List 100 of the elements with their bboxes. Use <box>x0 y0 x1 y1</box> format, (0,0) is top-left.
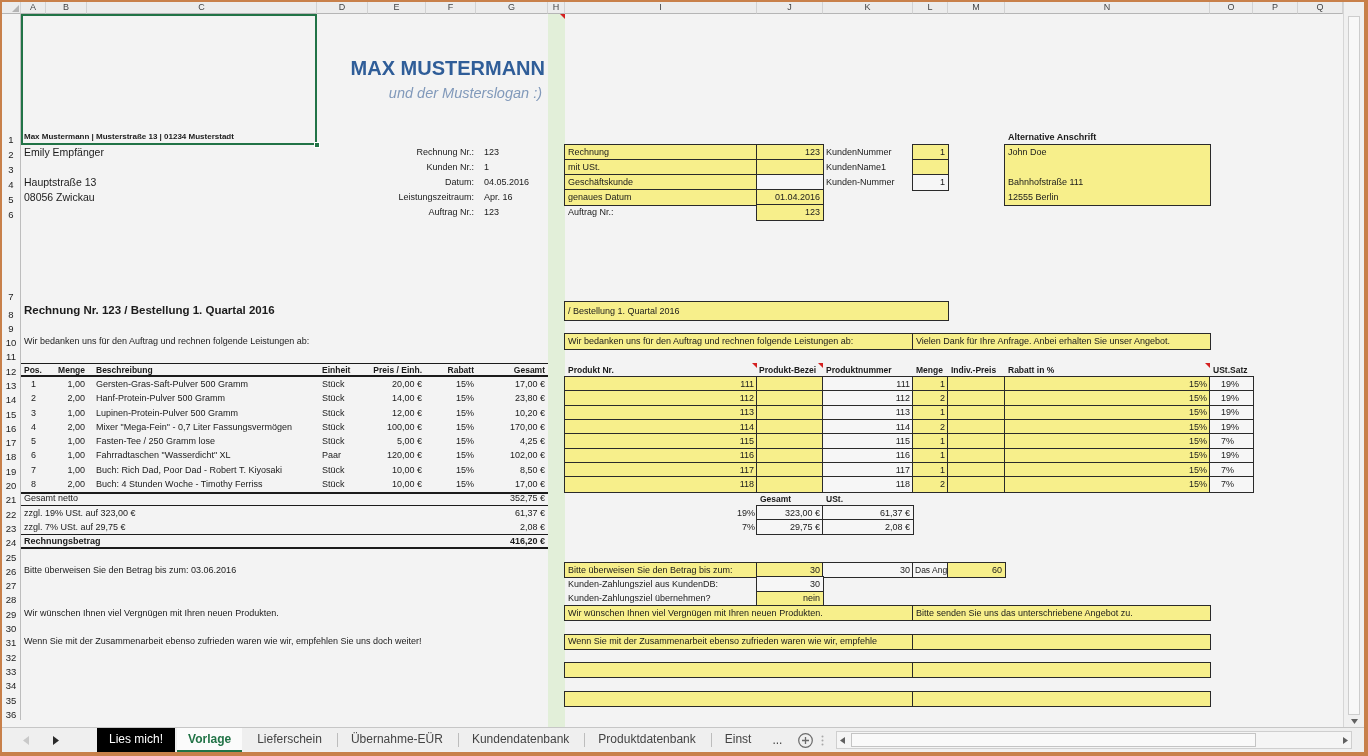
column-letter[interactable]: K <box>823 2 913 14</box>
caret-right-icon[interactable] <box>1343 736 1348 744</box>
row-number[interactable]: 19 <box>2 462 21 478</box>
scrollbar-thumb[interactable] <box>851 733 1256 747</box>
item-text: 1,00 <box>67 450 85 462</box>
column-letter[interactable]: G <box>476 2 548 14</box>
row-number[interactable]: 11 <box>2 348 21 363</box>
row-number[interactable]: 1 <box>2 14 21 145</box>
column-letter[interactable]: J <box>757 2 823 14</box>
item-text: 15% <box>456 407 474 419</box>
row-number[interactable]: 2 <box>2 145 21 160</box>
caret-left-icon[interactable] <box>840 736 845 744</box>
column-heading: USt.Satz <box>1213 364 1248 376</box>
row-number[interactable]: 9 <box>2 320 21 335</box>
column-letter[interactable]: A <box>21 2 46 14</box>
row-number[interactable]: 34 <box>2 677 21 692</box>
row-number[interactable]: 33 <box>2 663 21 678</box>
row-number[interactable]: 22 <box>2 505 21 521</box>
row-number[interactable]: 32 <box>2 648 21 664</box>
row-number[interactable]: 17 <box>2 434 21 449</box>
column-letter[interactable]: L <box>913 2 948 14</box>
row-number[interactable]: 18 <box>2 448 21 463</box>
row-number[interactable]: 13 <box>2 377 21 392</box>
meta-label: Datum: <box>445 177 474 188</box>
next-sheet-button[interactable] <box>51 733 61 747</box>
input-cell: 116 <box>565 448 757 463</box>
row-number[interactable]: 15 <box>2 405 21 421</box>
address-city: 12555 Berlin <box>1008 192 1059 203</box>
column-letter[interactable]: I <box>565 2 757 14</box>
sheet-tab[interactable]: Übernahme-EÜR <box>337 728 456 752</box>
row-number[interactable]: 23 <box>2 520 21 535</box>
row-number[interactable]: 14 <box>2 391 21 406</box>
column-letter[interactable]: B <box>46 2 87 14</box>
column-letter[interactable]: M <box>948 2 1005 14</box>
fill-handle[interactable] <box>314 142 320 148</box>
column-letter[interactable]: C <box>87 2 317 14</box>
row-number[interactable]: 25 <box>2 548 21 564</box>
input-cell: 114 <box>565 420 757 435</box>
horizontal-scrollbar[interactable] <box>836 731 1352 749</box>
row-number[interactable]: 31 <box>2 634 21 649</box>
sheet-tab[interactable]: Vorlage <box>177 728 243 752</box>
sheet-tab[interactable]: Kundendatenbank <box>458 728 583 752</box>
row-number[interactable]: 8 <box>2 302 21 320</box>
row-number[interactable]: 16 <box>2 420 21 435</box>
input-cell: 112 <box>565 391 757 406</box>
sheet-tab[interactable]: Einst <box>711 728 765 752</box>
input-cell <box>757 477 823 492</box>
row-number[interactable]: 30 <box>2 620 21 635</box>
row-number[interactable]: 21 <box>2 491 21 506</box>
column-letter[interactable]: O <box>1210 2 1253 14</box>
scrollbar-thumb[interactable] <box>1348 16 1360 715</box>
column-heading: Produkt Nr. <box>568 364 614 376</box>
row-number[interactable]: 3 <box>2 160 21 175</box>
row-number[interactable]: 28 <box>2 591 21 606</box>
column-heading: Menge <box>58 364 85 376</box>
item-text: Fahrradtaschen "Wasserdicht" XL <box>96 450 231 462</box>
caret-down-icon[interactable] <box>1350 719 1358 724</box>
column-letter[interactable]: D <box>317 2 368 14</box>
row-number[interactable]: 20 <box>2 477 21 492</box>
item-text: 10,00 € <box>391 479 422 490</box>
sheet-tab[interactable]: Lies mich! <box>97 728 176 752</box>
add-sheet-button[interactable] <box>796 730 816 750</box>
address-heading: Alternative Anschrift <box>1008 132 1097 143</box>
row-number[interactable]: 6 <box>2 205 21 220</box>
row-number[interactable]: 12 <box>2 362 21 378</box>
item-text: 1,00 <box>67 378 85 390</box>
column-letter[interactable]: N <box>1005 2 1210 14</box>
item-text: 2,00 <box>67 393 85 405</box>
row-number[interactable]: 36 <box>2 706 21 721</box>
input-cell: 1 <box>913 377 948 392</box>
input-cell <box>948 434 1005 449</box>
row-number[interactable]: 24 <box>2 534 21 549</box>
row-number[interactable]: 29 <box>2 605 21 621</box>
input-cell: nein <box>757 591 823 606</box>
column-letter[interactable]: Q <box>1298 2 1343 14</box>
input-cell: 15% <box>1005 477 1210 492</box>
column-letter[interactable]: E <box>368 2 426 14</box>
row-number[interactable]: 5 <box>2 190 21 205</box>
select-all-button[interactable] <box>2 2 21 14</box>
item-text: 8 <box>31 479 36 490</box>
row-number[interactable]: 7 <box>2 220 21 302</box>
label-text: Kunden-Zahlungsziel aus KundenDB: <box>568 579 719 590</box>
total-value: 2,08 € <box>519 521 545 533</box>
row-number[interactable]: 26 <box>2 563 21 578</box>
column-letter[interactable]: F <box>426 2 476 14</box>
row-number[interactable]: 10 <box>2 334 21 349</box>
item-text: 100,00 € <box>386 421 422 433</box>
input-cell: Wir wünschen Ihnen viel Vergnügen mit Ihren neuen Produkten. <box>565 605 913 621</box>
more-tabs-button[interactable]: ... <box>768 734 787 746</box>
row-number[interactable]: 27 <box>2 577 21 592</box>
sheet-tab[interactable]: Produktdatenbank <box>585 728 709 752</box>
input-cell: Vielen Dank für Ihre Anfrage. Anbei erhalten Sie unser Angebot. <box>913 334 1210 349</box>
input-cell: 15% <box>1005 434 1210 449</box>
row-number[interactable]: 35 <box>2 691 21 706</box>
column-letter[interactable]: P <box>1253 2 1298 14</box>
column-letter[interactable]: H <box>548 2 565 14</box>
row-number[interactable]: 4 <box>2 175 21 190</box>
sheet-tab[interactable]: Lieferschein <box>244 728 335 752</box>
total-label: zzgl. 7% USt. auf 29,75 € <box>24 521 126 533</box>
triangle-left-icon <box>23 735 29 745</box>
